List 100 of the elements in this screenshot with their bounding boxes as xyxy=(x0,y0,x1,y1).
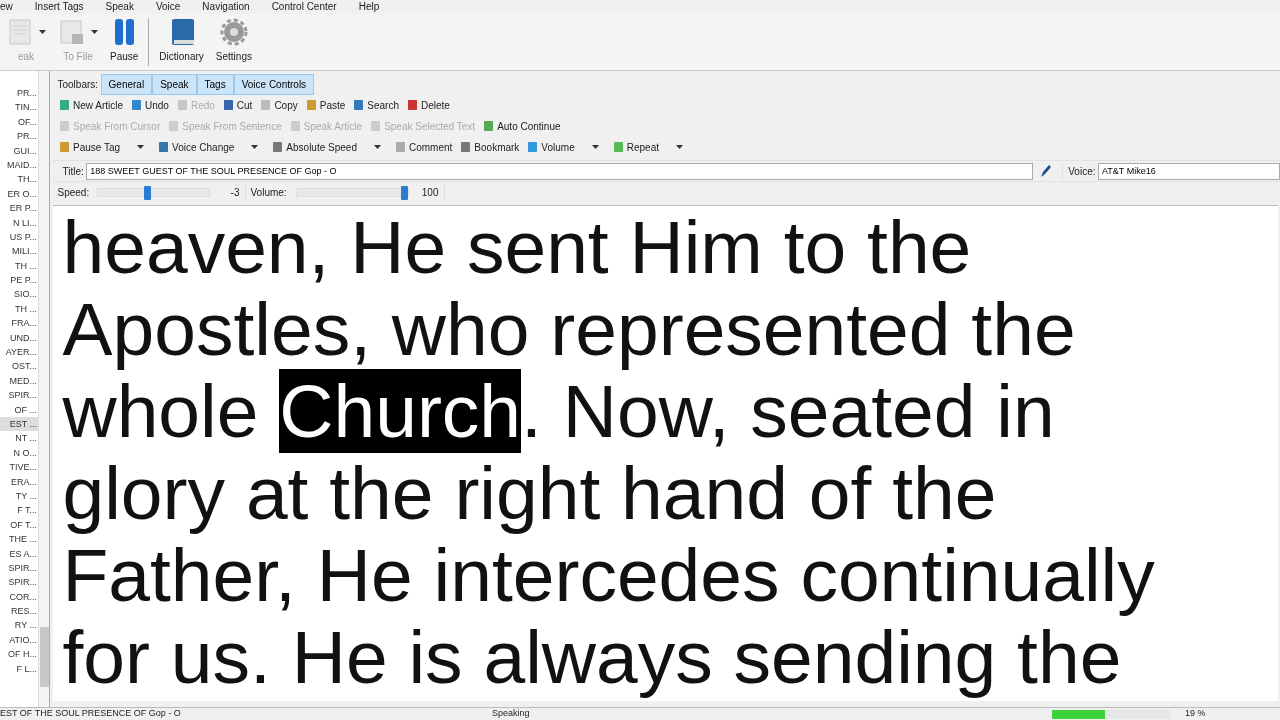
article-list-item[interactable]: TH... xyxy=(0,172,38,187)
tool-icon xyxy=(370,120,382,132)
toolbar-button[interactable]: Repeat xyxy=(608,138,693,156)
tool-icon xyxy=(395,141,406,153)
article-list-item[interactable]: AYER... xyxy=(0,345,38,360)
toolbar-button[interactable]: Settings xyxy=(209,14,258,70)
article-list-item[interactable]: SPIR... xyxy=(0,575,38,590)
toolbar-button[interactable]: Delete xyxy=(403,96,454,114)
article-list-item[interactable]: OST... xyxy=(0,359,38,374)
tool-icon xyxy=(158,141,170,153)
menu-item[interactable]: Voice xyxy=(155,0,181,14)
tool-icon xyxy=(483,120,495,132)
toolbar-button[interactable]: Auto Continue xyxy=(479,117,565,135)
voice-label: Voice: xyxy=(1062,163,1096,179)
article-list-item[interactable]: COR... xyxy=(0,589,38,605)
document-icon xyxy=(6,18,34,46)
article-list-item[interactable]: N O... xyxy=(0,445,38,461)
toolbar-button[interactable]: Comment xyxy=(391,138,457,156)
article-list-item[interactable]: ES A... xyxy=(0,546,38,561)
article-list-item[interactable]: N LI... xyxy=(0,215,38,230)
caret-icon xyxy=(137,145,145,149)
article-list-item[interactable]: TY ... xyxy=(0,488,38,504)
article-list-item[interactable]: EST ... xyxy=(0,417,38,432)
toolbar-button[interactable]: Undo xyxy=(127,96,173,114)
menu-item[interactable]: Insert Tags xyxy=(34,0,84,14)
toolbar-button[interactable]: Copy xyxy=(256,96,302,114)
article-list-item[interactable]: GUI... xyxy=(0,143,38,158)
caret-icon xyxy=(39,30,46,34)
toolbar-button[interactable]: Paste xyxy=(301,96,350,114)
article-list-item[interactable]: PE P... xyxy=(0,273,38,288)
article-list-item[interactable]: US P... xyxy=(0,229,38,245)
toolbar-tab[interactable]: General xyxy=(100,73,153,95)
article-list-item[interactable]: OF T... xyxy=(0,517,38,533)
tool-icon xyxy=(272,141,284,153)
toolbar-button[interactable]: Volume xyxy=(523,138,609,156)
toolbar-tab[interactable]: Tags xyxy=(196,73,234,95)
menu-item[interactable]: Speak xyxy=(105,0,134,14)
toolbar-tab[interactable]: Speak xyxy=(152,73,197,95)
article-list-item[interactable]: TIVE... xyxy=(0,460,38,475)
toolbar-button[interactable]: New Article xyxy=(55,96,127,114)
voice-field[interactable]: AT&T Mike16 xyxy=(1098,162,1280,180)
title-label: Title: xyxy=(62,164,84,179)
toolbar-tab[interactable]: Voice Controls xyxy=(233,73,315,95)
article-list-item[interactable]: FRA... xyxy=(0,316,38,331)
menu-item[interactable]: Control Center xyxy=(271,0,337,14)
tool-icon xyxy=(176,99,188,111)
article-list-item[interactable]: UND... xyxy=(0,330,38,346)
article-list-item[interactable]: SIO... xyxy=(0,287,38,302)
scrollbar[interactable] xyxy=(38,71,49,707)
toolbar-button[interactable]: Pause Tag xyxy=(55,138,155,156)
article-list-item[interactable]: MED... xyxy=(0,373,38,389)
article-list-item[interactable]: SPIR... xyxy=(0,560,38,576)
article-list-item[interactable]: TH ... xyxy=(0,258,38,274)
article-list-item[interactable]: RY ... xyxy=(0,618,38,633)
article-list-item[interactable]: TH ... xyxy=(0,301,38,317)
title-field[interactable]: 188 SWEET GUEST OF THE SOUL PRESENCE OF Gop - O xyxy=(86,162,1034,180)
article-list-item[interactable]: PR... xyxy=(0,86,38,101)
menu-item[interactable]: ew xyxy=(0,0,13,14)
toolbar-button[interactable]: Pause xyxy=(104,14,145,70)
tool-icon xyxy=(59,141,70,153)
tool-icon xyxy=(353,99,365,111)
toolbar-button[interactable]: Cut xyxy=(218,96,257,114)
slider-track[interactable] xyxy=(295,187,409,197)
reading-text: heaven, He sent Him to the Apostles, who represented the whole Church. Now, seated in glory at the right hand of the Father, He intercedes continually for us. He is always sending the xyxy=(62,205,1156,698)
tool-icon xyxy=(460,141,472,153)
article-list-item[interactable]: F T... xyxy=(0,503,38,518)
article-list-item[interactable]: PR... xyxy=(0,129,38,144)
article-list-item[interactable]: MAID... xyxy=(0,157,38,173)
slider-track[interactable] xyxy=(96,187,210,197)
article-list-item[interactable]: ER O... xyxy=(0,186,38,202)
article-list-item[interactable]: F L... xyxy=(0,661,38,676)
toolbar-button[interactable]: Voice Change xyxy=(154,138,269,156)
article-list-item[interactable]: NT ... xyxy=(0,431,38,446)
article-list-item[interactable]: OF ... xyxy=(0,402,38,417)
article-list-item[interactable]: OF H... xyxy=(0,647,38,662)
toolbar-button[interactable]: Search xyxy=(349,96,403,114)
document-icon xyxy=(58,18,86,46)
article-list-item[interactable]: ATIO... xyxy=(0,632,38,648)
article-list-item[interactable]: MILI... xyxy=(0,244,38,259)
tool-icon xyxy=(527,141,539,153)
article-list-item[interactable]: SPIR... xyxy=(0,388,38,403)
article-list-item[interactable]: OF... xyxy=(0,114,38,130)
article-list-item[interactable]: ER P... xyxy=(0,201,38,216)
caret-icon xyxy=(251,145,259,149)
gear-icon xyxy=(219,18,248,46)
tool-icon xyxy=(289,120,301,132)
toolbar-button[interactable]: Absolute Speed xyxy=(268,138,391,156)
menu-item[interactable]: Navigation xyxy=(202,0,250,14)
slider-thumb[interactable] xyxy=(400,185,408,200)
article-list-item[interactable]: ERA... xyxy=(0,474,38,489)
article-list-item[interactable]: RES... xyxy=(0,604,38,619)
slider-thumb[interactable] xyxy=(144,185,152,200)
article-list-item[interactable]: THE ... xyxy=(0,532,38,547)
toolbar-button[interactable]: Dictionary xyxy=(153,14,210,70)
tool-icon xyxy=(59,120,70,132)
caret-icon xyxy=(374,145,381,149)
toolbar-button[interactable]: Bookmark xyxy=(456,138,524,156)
article-list-item[interactable]: TIN... xyxy=(0,100,38,115)
menu-item[interactable]: Help xyxy=(358,0,380,14)
tool-icon xyxy=(305,99,317,111)
